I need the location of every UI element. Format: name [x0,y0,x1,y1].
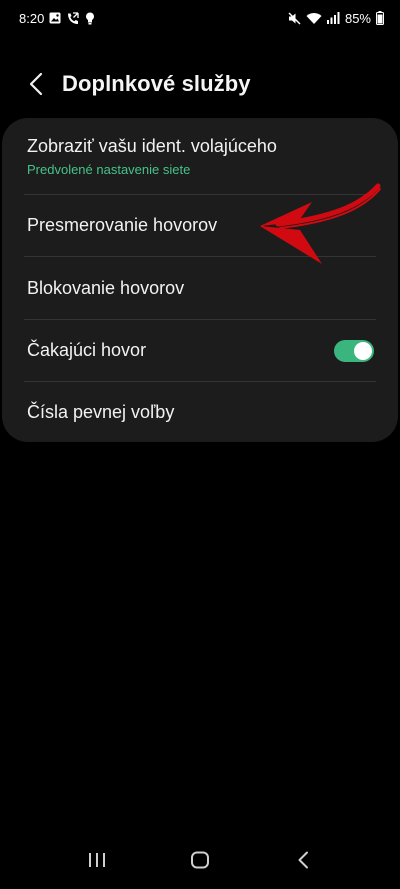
app-header: Doplnkové služby [0,62,400,106]
setting-call-forwarding-label: Presmerovanie hovorov [27,215,218,235]
signal-icon [326,12,340,24]
mute-icon [288,12,301,25]
call-waiting-toggle[interactable] [334,339,374,362]
wifi-icon [306,12,322,25]
back-nav-button[interactable] [273,838,333,882]
call-forward-icon [66,11,80,25]
bulb-icon [85,12,95,25]
navigation-bar [0,831,400,889]
recent-apps-icon [89,853,106,867]
recent-apps-button[interactable] [67,838,127,882]
setting-caller-id-label: Zobraziť vašu ident. volajúceho [27,135,277,156]
settings-card: Zobraziť vašu ident. volajúceho Predvole… [2,118,398,442]
setting-caller-id-texts: Zobraziť vašu ident. volajúceho Predvole… [27,136,277,177]
setting-call-waiting[interactable]: Čakajúci hovor [2,320,398,381]
home-button[interactable] [170,838,230,882]
chevron-left-icon [29,72,43,96]
status-left: 8:20 [19,11,95,26]
toggle-knob [354,341,372,360]
back-button[interactable] [14,62,58,106]
setting-fixed-dialing-label: Čísla pevnej voľby [27,401,175,422]
status-right: 85% [288,11,384,26]
setting-call-waiting-label: Čakajúci hovor [27,340,147,360]
setting-call-blocking-label: Blokovanie hovorov [27,277,185,298]
status-bar: 8:20 85% [0,0,400,36]
status-time: 8:20 [19,10,45,26]
setting-caller-id-sublabel: Predvolené nastavenie siete [27,161,191,177]
battery-percent: 85% [344,10,371,26]
battery-icon [376,11,384,25]
screen: 8:20 85% Doplnkové služby Zobraziť vašu … [0,0,400,889]
home-icon [190,851,209,869]
image-icon [49,12,61,24]
red-arrow-annotation-icon [260,183,381,264]
back-nav-icon [298,851,308,869]
setting-fixed-dialing[interactable]: Čísla pevnej voľby [2,382,398,442]
page-title: Doplnkové služby [62,71,251,96]
